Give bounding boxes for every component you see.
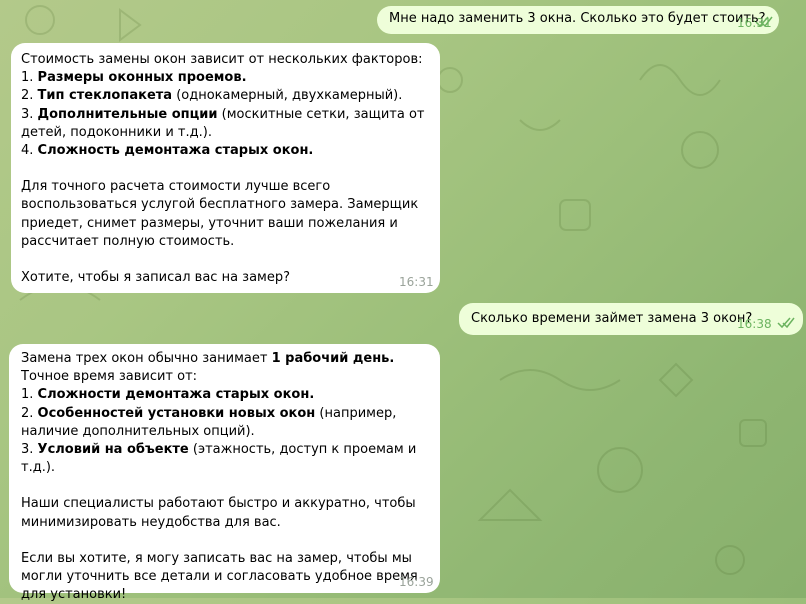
message-time: 16:31 xyxy=(399,275,434,289)
message-intro: Замена трех окон обычно занимает 1 рабоч… xyxy=(21,351,395,385)
message-time: 16:38 xyxy=(737,317,772,331)
message-incoming-1[interactable]: Стоимость замены окон зависит от несколь… xyxy=(11,43,440,293)
read-check-icon xyxy=(755,16,773,28)
message-outgoing-1[interactable]: Мне надо заменить 3 окна. Сколько это бу… xyxy=(377,6,779,34)
list-item: 2. Особенностей установки новых окон (на… xyxy=(21,405,397,439)
message-paragraph: Для точного расчета стоимости лучше всег… xyxy=(21,179,419,249)
list-item: 2. Тип стеклопакета (однокамерный, двухк… xyxy=(21,88,403,104)
message-text: Мне надо заменить 3 окна. Сколько это бу… xyxy=(389,11,766,26)
list-item: 1. Сложности демонтажа старых окон. xyxy=(21,387,315,403)
list-item: 3. Условий на объекте (этажность, доступ… xyxy=(21,442,417,476)
read-check-icon xyxy=(777,317,795,329)
message-intro: Стоимость замены окон зависит от несколь… xyxy=(21,52,423,67)
message-paragraph: Если вы хотите, я могу записать вас на з… xyxy=(21,550,418,603)
message-time: 16:39 xyxy=(399,575,434,589)
message-incoming-2[interactable]: Замена трех окон обычно занимает 1 рабоч… xyxy=(9,344,440,602)
list-item: 3. Дополнительные опции (москитные сетки… xyxy=(21,106,425,140)
message-outgoing-2[interactable]: Сколько времени займет замена 3 окон? 16… xyxy=(459,303,803,335)
list-item: 4. Сложность демонтажа старых окон. xyxy=(21,143,314,159)
message-paragraph: Хотите, чтобы я записал вас на замер? xyxy=(21,270,291,286)
list-item: 1. Размеры оконных проемов. xyxy=(21,70,247,86)
message-paragraph: Наши специалисты работают быстро и аккур… xyxy=(21,496,416,530)
